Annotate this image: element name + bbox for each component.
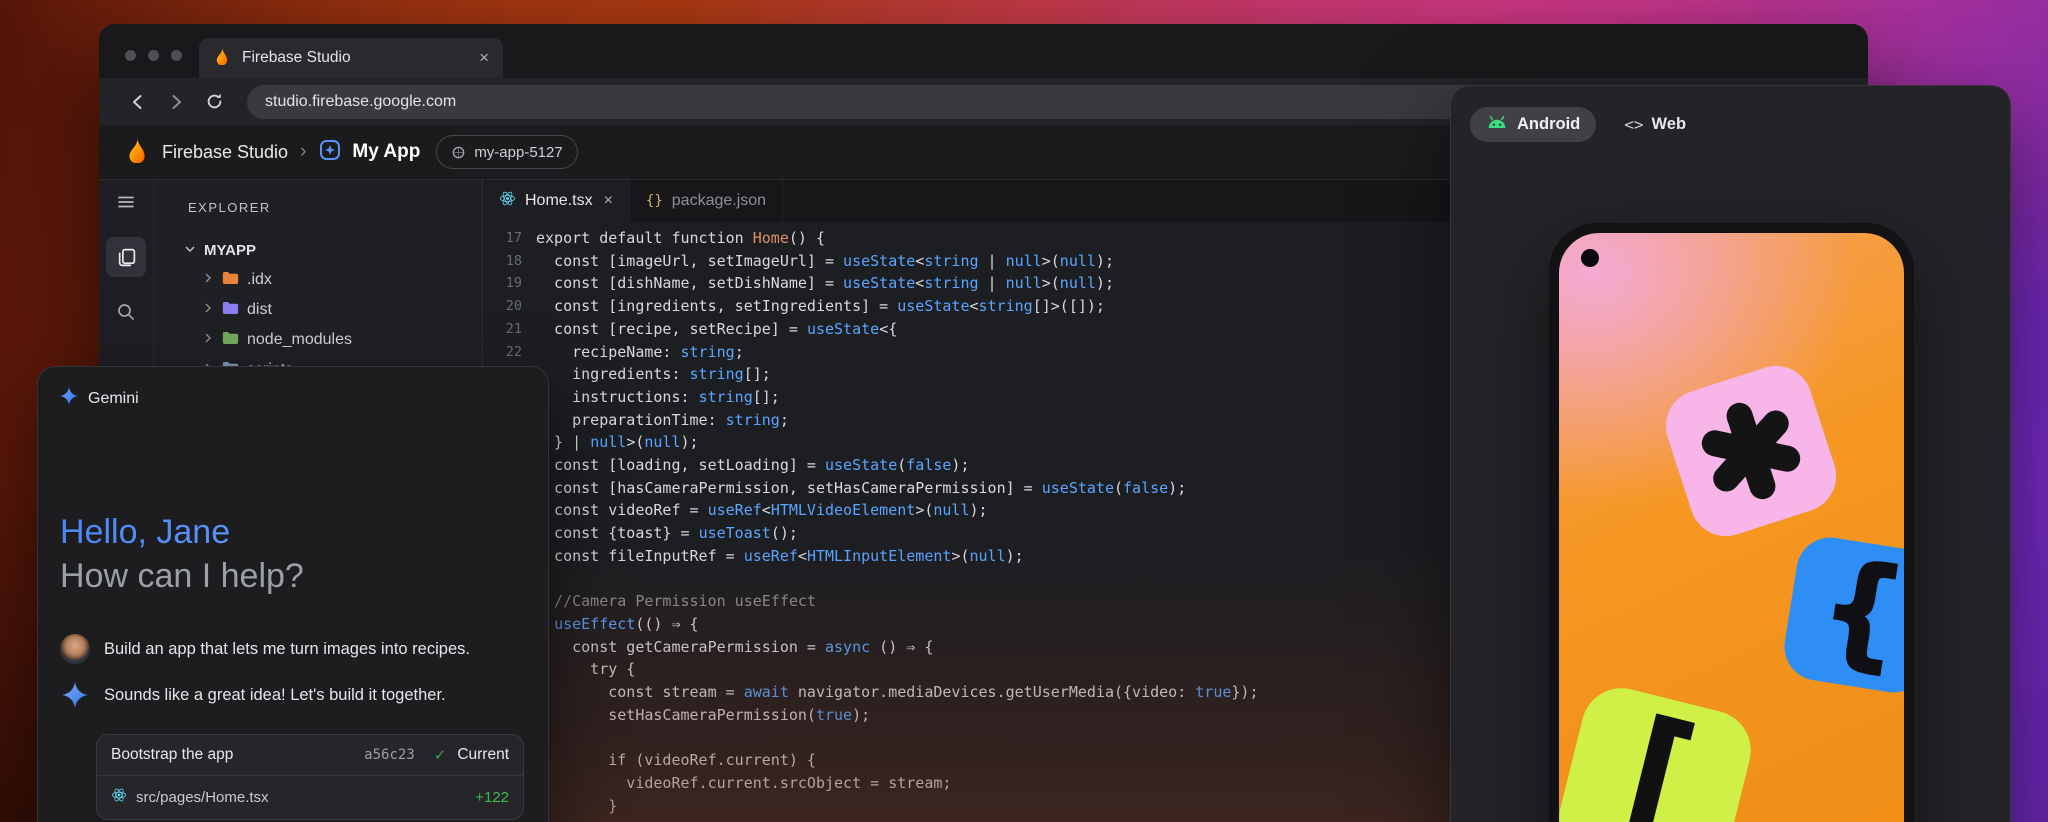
diff-added-count: +122	[475, 789, 509, 806]
preview-panel: Android <> Web { [	[1450, 85, 2011, 822]
back-icon[interactable]	[127, 92, 149, 112]
folder-icon	[222, 271, 239, 290]
workspace-id: my-app-5127	[474, 144, 562, 161]
phone-camera-dot	[1581, 249, 1599, 267]
window-control-dot[interactable]	[125, 50, 136, 61]
editor-tab-label: Home.tsx	[525, 192, 593, 210]
gemini-header: Gemini	[38, 367, 548, 410]
bracket-glyph: [	[1599, 699, 1715, 822]
product-name: Firebase Studio	[162, 142, 288, 163]
check-icon: ✓	[434, 746, 447, 764]
folder-name: node_modules	[247, 331, 352, 349]
url-text: studio.firebase.google.com	[265, 93, 456, 111]
app-preview-screen[interactable]: { [	[1559, 233, 1904, 822]
folder-name: .idx	[247, 271, 272, 289]
line-number: 22	[483, 341, 536, 364]
search-icon[interactable]	[106, 292, 146, 332]
window-control-dot[interactable]	[171, 50, 182, 61]
asterisk-icon	[1688, 388, 1814, 514]
toggle-android[interactable]: Android	[1470, 107, 1596, 142]
gemini-star-icon	[60, 682, 90, 708]
pink-tile	[1656, 356, 1845, 545]
assistant-message-row: Sounds like a great idea! Let's build it…	[60, 682, 526, 708]
line-number: 18	[483, 250, 536, 273]
user-message: Build an app that lets me turn images in…	[104, 640, 470, 659]
toggle-web-label: Web	[1652, 115, 1687, 134]
editor-tab-package[interactable]: {} package.json	[630, 180, 783, 222]
forward-icon[interactable]	[165, 92, 187, 112]
folder-icon	[222, 301, 239, 320]
editor-tab-label: package.json	[672, 192, 766, 210]
green-tile: [	[1559, 680, 1759, 822]
reload-icon[interactable]	[203, 92, 225, 111]
gemini-star-icon	[60, 387, 78, 410]
marketing-scene: Firebase Studio × studio.firebase.google…	[0, 0, 2048, 822]
code-brackets-icon: <>	[1624, 115, 1643, 134]
browser-tab-strip: Firebase Studio ×	[99, 24, 1868, 78]
folder-name: dist	[247, 301, 272, 319]
user-avatar	[60, 634, 90, 664]
gemini-greeting: Hello, Jane How can I help?	[38, 510, 548, 598]
react-icon	[111, 787, 127, 808]
assistant-message: Sounds like a great idea! Let's build it…	[104, 686, 446, 705]
workspace-pill[interactable]: my-app-5127	[436, 135, 577, 169]
explorer-folder-node_modules[interactable]: node_modules	[154, 325, 482, 355]
chevron-right-icon	[202, 271, 214, 289]
brace-glyph: {	[1818, 546, 1904, 674]
folder-icon	[222, 331, 239, 350]
window-controls[interactable]	[125, 50, 182, 61]
task-card: Bootstrap the app a56c23 ✓ Current src/p…	[96, 734, 524, 820]
gemini-title: Gemini	[88, 390, 139, 408]
user-message-row: Build an app that lets me turn images in…	[60, 634, 526, 664]
task-card-header[interactable]: Bootstrap the app a56c23 ✓ Current	[97, 735, 523, 775]
toggle-web[interactable]: <> Web	[1624, 115, 1686, 134]
explorer-title: EXPLORER	[154, 180, 482, 229]
chevron-right-icon	[202, 331, 214, 349]
line-number: 17	[483, 227, 536, 250]
android-icon	[1486, 115, 1508, 134]
chevron-right-icon	[202, 301, 214, 319]
close-tab-icon[interactable]: ×	[479, 48, 489, 68]
blue-tile: {	[1780, 533, 1904, 698]
line-number: 21	[483, 318, 536, 341]
close-tab-icon[interactable]: ×	[604, 192, 613, 210]
prototyper-icon	[318, 138, 342, 167]
explorer-folder-dist[interactable]: dist	[154, 295, 482, 325]
greeting-question: How can I help?	[60, 554, 526, 598]
explorer-folder-.idx[interactable]: .idx	[154, 265, 482, 295]
firebase-logo	[124, 137, 150, 168]
task-card-file-row[interactable]: src/pages/Home.tsx +122	[97, 775, 523, 819]
firebase-favicon	[213, 47, 231, 70]
toggle-android-label: Android	[1517, 115, 1580, 134]
explorer-root[interactable]: MYAPP	[154, 235, 482, 265]
phone-mockup: { [	[1549, 223, 1914, 822]
workspace-icon	[451, 145, 466, 160]
files-icon[interactable]	[106, 237, 146, 277]
browser-tab[interactable]: Firebase Studio ×	[199, 38, 503, 78]
gemini-panel: Gemini Hello, Jane How can I help? Build…	[37, 366, 549, 822]
editor-tab-home[interactable]: Home.tsx ×	[483, 180, 630, 222]
react-icon	[499, 190, 516, 212]
breadcrumb-separator: ›	[300, 141, 306, 163]
preview-toggles: Android <> Web	[1451, 86, 2010, 142]
line-number: 19	[483, 272, 536, 295]
project-name[interactable]: My App	[352, 141, 420, 163]
gemini-conversation: Build an app that lets me turn images in…	[38, 634, 548, 708]
window-control-dot[interactable]	[148, 50, 159, 61]
status-badge: Current	[457, 746, 509, 764]
chevron-down-icon	[184, 242, 196, 259]
line-number: 20	[483, 295, 536, 318]
commit-hash: a56c23	[364, 747, 415, 763]
browser-tab-title: Firebase Studio	[242, 49, 351, 67]
root-name: MYAPP	[204, 242, 256, 259]
greeting-name: Hello, Jane	[60, 510, 526, 554]
file-path: src/pages/Home.tsx	[136, 789, 269, 806]
braces-icon: {}	[646, 193, 663, 209]
task-title: Bootstrap the app	[111, 746, 233, 764]
menu-icon[interactable]	[106, 182, 146, 222]
